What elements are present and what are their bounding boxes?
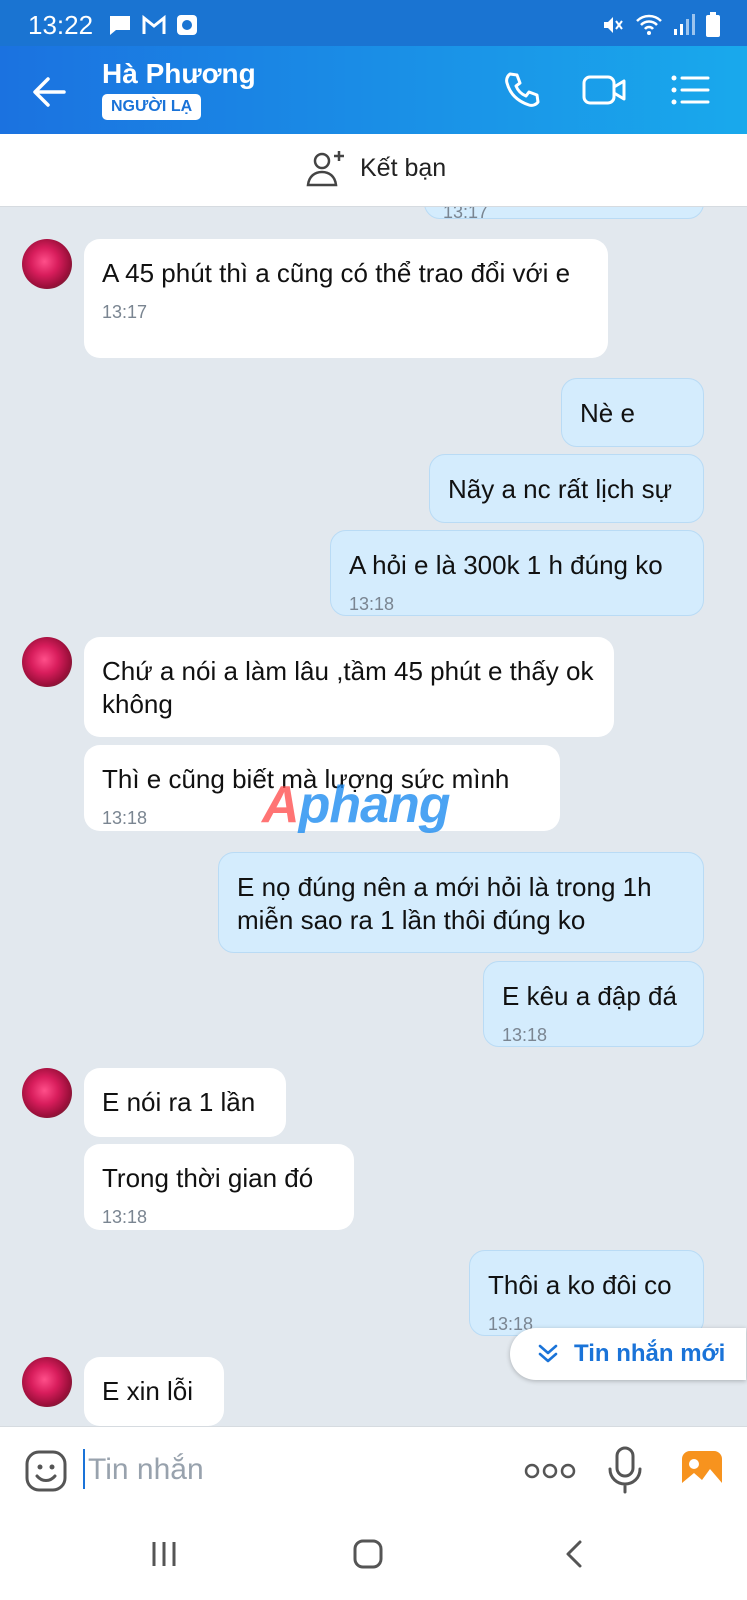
video-call-icon[interactable] (582, 68, 626, 112)
microphone-icon[interactable] (606, 1445, 644, 1495)
message-bubble-outgoing[interactable]: A hỏi e là 300k 1 h đúng ko 13:18 (330, 530, 704, 616)
message-text: Nè e (580, 398, 635, 428)
text-cursor (83, 1449, 85, 1489)
status-time: 13:22 (28, 10, 94, 40)
message-time: 13:18 (102, 1207, 148, 1227)
add-friend-label: Kết bạn (360, 153, 447, 182)
message-bubble-incoming[interactable]: E xin lỗi (84, 1357, 224, 1426)
message-bubble-partial[interactable]: 13:17 (424, 207, 704, 222)
message-text: A 45 phút thì a cũng có thể trao đổi với… (102, 258, 571, 288)
add-friend-button[interactable]: Kết bạn (306, 148, 446, 188)
menu-list-icon[interactable] (668, 68, 712, 112)
message-time: 13:18 (502, 1025, 548, 1045)
home-icon[interactable] (352, 1538, 384, 1570)
message-text: E nói ra 1 lần (102, 1087, 256, 1117)
contact-avatar[interactable] (22, 1068, 72, 1118)
gmail-icon (142, 14, 166, 34)
add-user-icon (306, 151, 344, 187)
more-options-icon[interactable] (524, 1451, 576, 1491)
message-text: Trong thời gian đó (102, 1163, 314, 1193)
message-text: E nọ đúng nên a mới hỏi là trong 1h miễn… (237, 872, 652, 935)
message-time: 13:17 (102, 302, 148, 322)
contact-name[interactable]: Hà Phương (102, 58, 256, 90)
chat-area[interactable]: 13:17 A 45 phút thì a cũng có thể trao đ… (0, 207, 747, 1426)
message-bubble-outgoing[interactable]: E kêu a đập đá 13:18 (483, 961, 704, 1047)
contact-avatar[interactable] (22, 239, 72, 289)
message-input-bar (0, 1426, 747, 1517)
voice-call-icon[interactable] (500, 68, 544, 112)
battery-icon (706, 12, 720, 37)
mute-icon (604, 17, 623, 33)
signal-icon (674, 14, 695, 35)
recent-apps-icon[interactable] (148, 1538, 180, 1570)
app-notification-icon (177, 15, 197, 35)
back-arrow-icon[interactable] (28, 70, 72, 114)
message-text: Nãy a nc rất lịch sự (448, 474, 673, 504)
sticker-emoji-icon[interactable] (24, 1449, 68, 1493)
message-text: A hỏi e là 300k 1 h đúng ko (349, 550, 663, 580)
message-text: Thì e cũng biết mà lượng sức mình (102, 764, 510, 794)
system-icons (601, 12, 721, 38)
new-messages-label: Tin nhắn mới (574, 1340, 726, 1367)
message-bubble-incoming[interactable]: A 45 phút thì a cũng có thể trao đổi với… (84, 239, 608, 358)
double-chevron-down-icon (538, 1344, 558, 1363)
message-bubble-outgoing[interactable]: Thôi a ko đôi co 13:18 (469, 1250, 704, 1336)
chat-header: Hà Phương NGƯỜI LẠ (0, 46, 747, 134)
stranger-badge: NGƯỜI LẠ (102, 94, 202, 120)
new-messages-button[interactable]: Tin nhắn mới (510, 1328, 746, 1380)
message-time: 13:18 (102, 808, 148, 828)
wifi-icon (636, 14, 662, 35)
message-bubble-incoming[interactable]: Chứ a nói a làm lâu ,tầm 45 phút e thấy … (84, 637, 614, 737)
message-bubble-outgoing[interactable]: Nãy a nc rất lịch sự (429, 454, 704, 523)
message-text: Thôi a ko đôi co (488, 1270, 672, 1300)
message-time: 13:17 (443, 207, 489, 222)
contact-avatar[interactable] (22, 1357, 72, 1407)
message-bubble-incoming[interactable]: Thì e cũng biết mà lượng sức mình 13:18 (84, 745, 560, 831)
message-icon (110, 16, 130, 35)
message-bubble-incoming[interactable]: E nói ra 1 lần (84, 1068, 286, 1137)
message-bubble-outgoing[interactable]: Nè e (561, 378, 704, 447)
notification-icons (108, 14, 198, 36)
message-bubble-outgoing[interactable]: E nọ đúng nên a mới hỏi là trong 1h miễn… (218, 852, 704, 953)
contact-avatar[interactable] (22, 637, 72, 687)
add-friend-bar: Kết bạn (0, 134, 747, 207)
status-bar: 13:22 (0, 0, 747, 46)
back-nav-icon[interactable] (560, 1538, 592, 1570)
message-text: E xin lỗi (102, 1376, 194, 1406)
message-time: 13:18 (349, 594, 395, 614)
message-text: E kêu a đập đá (502, 981, 677, 1011)
message-input[interactable] (86, 1447, 490, 1493)
message-bubble-incoming[interactable]: Trong thời gian đó 13:18 (84, 1144, 354, 1230)
image-gallery-icon[interactable] (680, 1449, 724, 1493)
system-nav-bar (0, 1516, 747, 1600)
message-text: Chứ a nói a làm lâu ,tầm 45 phút e thấy … (102, 656, 594, 719)
